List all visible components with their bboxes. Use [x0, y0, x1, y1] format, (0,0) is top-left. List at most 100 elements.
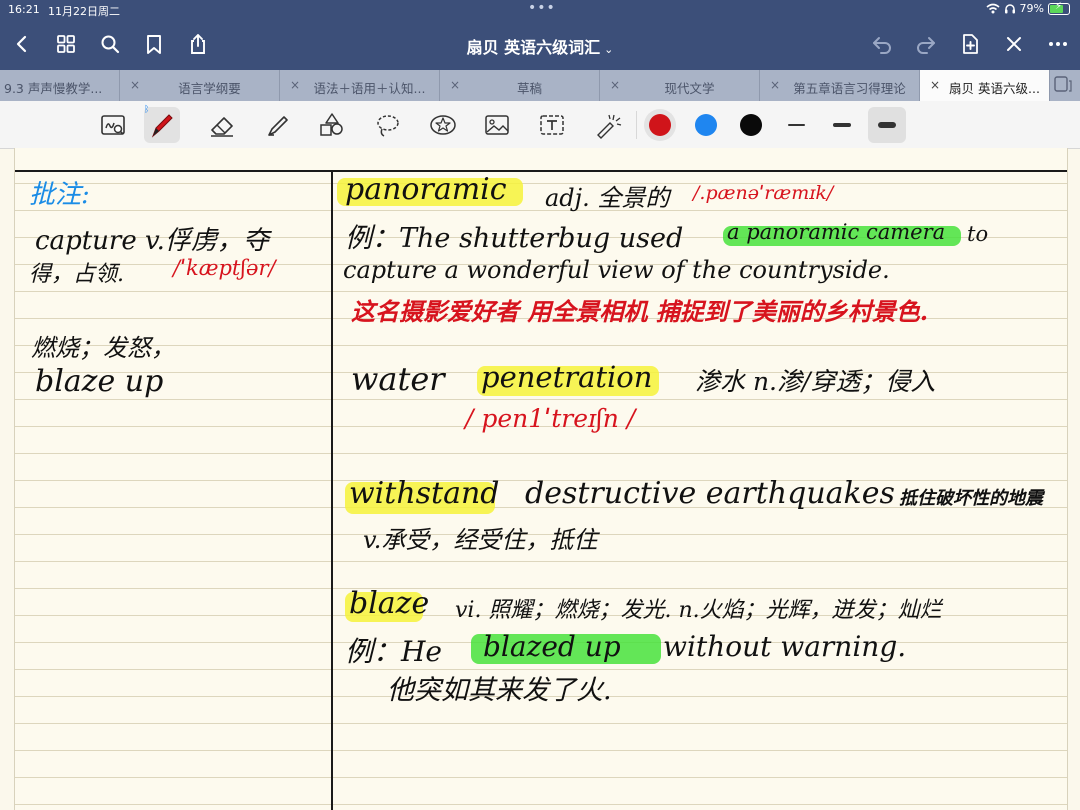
example1-prefix: 例：The shutterbug used [345, 223, 684, 254]
add-page-button[interactable] [952, 26, 988, 62]
star-sticker-icon [430, 115, 456, 135]
toolbar-divider [636, 111, 637, 139]
chevron-down-icon: ⌄ [604, 43, 614, 56]
tab-label: 扇贝 英语六级... [949, 81, 1040, 96]
status-date: 11月22日周二 [48, 5, 120, 18]
status-time: 16:21 [8, 3, 40, 16]
tab-label: 9.3 声声慢教学... [4, 81, 103, 96]
status-right: 79% ⚡ [986, 1, 1070, 15]
penetration-meaning: 渗水 n.渗/穿透；侵入 [695, 367, 936, 396]
headphones-icon [1004, 4, 1015, 14]
tab-close-icon[interactable]: × [930, 78, 940, 92]
redo-icon [917, 37, 935, 54]
undo-icon [873, 37, 891, 54]
add-page-icon [963, 34, 978, 54]
cornell-divider [331, 170, 333, 810]
example1-phrase: a panoramic camera [727, 220, 946, 244]
text-box-icon [540, 115, 564, 135]
text-tool[interactable] [534, 107, 570, 143]
lasso-icon [377, 115, 399, 137]
tab-close-icon[interactable]: × [770, 78, 780, 92]
shapes-tool[interactable] [314, 107, 350, 143]
split-view-icon[interactable] [1054, 76, 1072, 92]
stroke-width-medium[interactable] [833, 123, 851, 127]
tab-close-icon[interactable]: × [450, 78, 460, 92]
tab-label: 语法＋语用＋认知... [313, 81, 426, 96]
tab-7-active[interactable]: × 扇贝 英语六级... [920, 70, 1050, 101]
more-icon [1049, 42, 1067, 46]
bluetooth-icon: ᛒ [144, 105, 150, 115]
tab-6[interactable]: × 第五章语言习得理论 [760, 70, 920, 101]
battery-icon: ⚡ [1048, 1, 1070, 15]
image-icon [485, 115, 509, 135]
withstand-definition: v.承受，经受住，抵住 [363, 526, 598, 554]
drawing-toolbar: ᛒ [0, 101, 1080, 149]
laser-pointer-tool[interactable] [590, 107, 626, 143]
redo-button[interactable] [908, 26, 944, 62]
multitasking-dots[interactable]: ••• [528, 0, 556, 16]
undo-button[interactable] [864, 26, 900, 62]
close-doc-button[interactable] [996, 26, 1032, 62]
example2-suffix: without warning. [663, 630, 907, 663]
word-penetration: penetration [481, 360, 653, 394]
eraser-icon [211, 117, 233, 137]
penetration-ipa: / pen1ˈtreɪʃn / [465, 404, 636, 433]
capture-ipa: /ˈkæptʃər/ [173, 256, 276, 280]
example1-suffix: to [967, 222, 989, 246]
withstand-phrase-cn: 抵住破坏性的地震 [899, 488, 1043, 509]
withstand-phrase: destructive earthquakes [525, 476, 895, 511]
tab-2[interactable]: × 语言学纲要 [120, 70, 280, 101]
tab-1[interactable]: 9.3 声声慢教学... [0, 70, 120, 101]
tab-label: 第五章语言习得理论 [793, 81, 906, 96]
word-water: water [351, 360, 445, 398]
laser-pointer-icon [597, 114, 622, 139]
example1-translation: 这名摄影爱好者 用全景相机 捕捉到了美丽的乡村景色. [351, 297, 929, 326]
more-button[interactable] [1040, 26, 1076, 62]
color-swatch-red[interactable] [649, 114, 671, 136]
tab-label: 语言学纲要 [178, 81, 241, 96]
sticker-tool[interactable] [425, 107, 461, 143]
app-header: 16:21 11月22日周二 ••• 79% ⚡ 扇贝 英语六级词汇 ⌄ [0, 0, 1080, 70]
tab-close-icon[interactable]: × [290, 78, 300, 92]
example2-phrase: blazed up [483, 630, 621, 663]
eraser-tool[interactable] [204, 107, 240, 143]
word-blaze: blaze [349, 586, 430, 621]
close-icon [1007, 37, 1021, 51]
capture-line2: 得，占领. [29, 262, 124, 287]
lasso-tool[interactable] [370, 107, 406, 143]
tab-close-icon[interactable]: × [610, 78, 620, 92]
shapes-icon [320, 113, 343, 136]
stroke-width-thick [878, 122, 896, 128]
zoom-window-tool[interactable] [95, 107, 131, 143]
header-rule [15, 170, 1067, 172]
word-withstand: withstand [349, 476, 500, 511]
pen-icon [151, 114, 173, 138]
blaze-up-phrase: blaze up [35, 364, 164, 399]
notebook-page[interactable]: 批注: capture v.俘虏，夺 得，占领. /ˈkæptʃər/ 燃烧；发… [14, 148, 1068, 810]
image-tool[interactable] [479, 107, 515, 143]
color-swatch-blue[interactable] [695, 114, 717, 136]
tab-label: 草稿 [516, 81, 542, 96]
wifi-icon [986, 3, 1000, 14]
panoramic-ipa: /.pænəˈræmɪk/ [693, 182, 834, 204]
nav-bar: 扇贝 英语六级词汇 ⌄ [0, 26, 1080, 64]
color-swatch-black[interactable] [740, 114, 762, 136]
tab-label: 现代文学 [664, 81, 715, 96]
blaze-cn-meaning: 燃烧；发怒， [31, 334, 175, 362]
word-panoramic: panoramic [345, 172, 507, 207]
capture-line1: capture v.俘虏，夺 [35, 226, 269, 256]
pen-tool[interactable]: ᛒ [144, 105, 180, 143]
example2-translation: 他突如其来发了火. [387, 675, 612, 706]
blaze-definition: vi. 照耀；燃烧；发光. n.火焰；光辉，迸发；灿烂 [455, 598, 942, 623]
status-bar: 16:21 11月22日周二 ••• 79% ⚡ [0, 0, 1080, 20]
panoramic-definition: adj. 全景的 [545, 184, 670, 212]
battery-percent: 79% [1019, 2, 1044, 15]
stroke-width-thin[interactable] [788, 124, 805, 126]
tab-3[interactable]: × 语法＋语用＋认知... [280, 70, 440, 101]
highlighter-icon [268, 116, 288, 136]
tab-5[interactable]: × 现代文学 [600, 70, 760, 101]
tab-bar: 9.3 声声慢教学... × 语言学纲要 × 语法＋语用＋认知... × 草稿 … [0, 70, 1080, 101]
tab-close-icon[interactable]: × [130, 78, 140, 92]
highlighter-tool[interactable] [260, 107, 296, 143]
tab-4[interactable]: × 草稿 [440, 70, 600, 101]
